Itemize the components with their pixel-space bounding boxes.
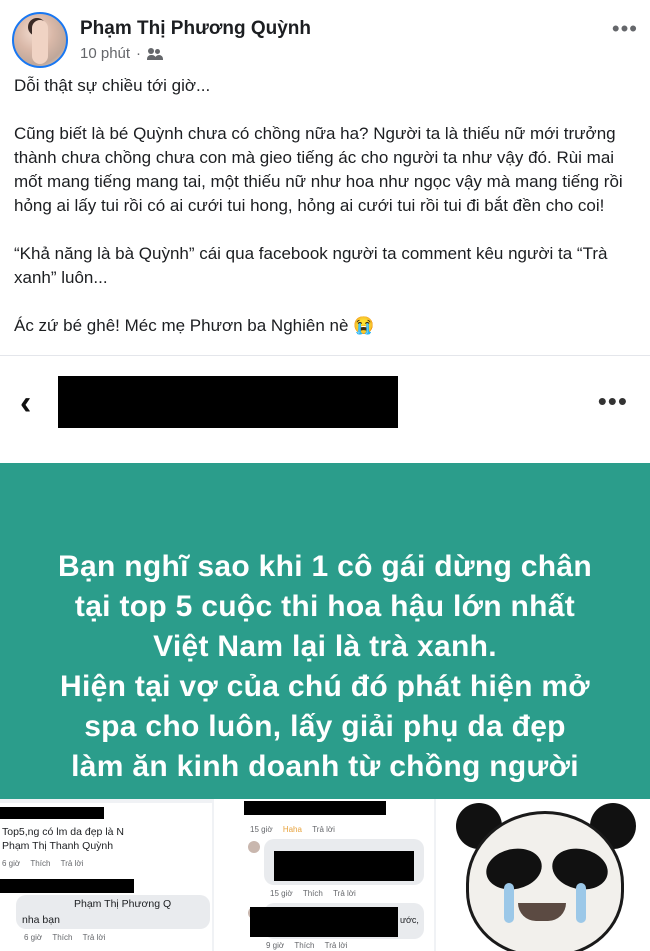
haha-reaction[interactable]: Haha <box>283 825 302 834</box>
redaction-block <box>250 907 398 937</box>
post-paragraph: Cũng biết là bé Quỳnh chưa có chồng nữa … <box>14 124 623 215</box>
comment-reply-button[interactable]: Trả lời <box>83 933 106 942</box>
author-avatar[interactable] <box>12 12 68 68</box>
green-line: tại top 5 cuộc thi hoa hậu lớn nhất <box>74 590 576 623</box>
comment-text: nha bạn <box>22 914 60 926</box>
comment-reply-button[interactable]: Trả lời <box>325 941 348 950</box>
commenter-avatar <box>248 841 260 853</box>
post-paragraph: Dỗi thật sự chiều tới giờ... <box>14 76 211 95</box>
crying-panda-icon <box>448 803 638 951</box>
post-text: Dỗi thật sự chiều tới giờ... Cũng biết l… <box>14 74 639 362</box>
comment-reply-button[interactable]: Trả lời <box>61 859 84 868</box>
comment-actions: 6 giờ Thích Trả lời <box>24 933 105 942</box>
comments-collage: Top5,ng có lm da đẹp là N Phạm Thị Thanh… <box>0 799 650 951</box>
comment-text: Top5,ng có lm da đẹp là N <box>2 826 124 838</box>
comment-actions: 15 giờ Thích Trả lời <box>270 889 356 898</box>
comments-panel-left: Top5,ng có lm da đẹp là N Phạm Thị Thanh… <box>0 803 212 951</box>
comment-like-button[interactable]: Thích <box>294 941 314 950</box>
comment-reply-button[interactable]: Trả lời <box>312 825 335 834</box>
green-post-text: Bạn nghĩ sao khi 1 cô gái dừng chân tại … <box>0 547 650 787</box>
green-text-post: Bạn nghĩ sao khi 1 cô gái dừng chân tại … <box>0 463 650 799</box>
green-line: làm ăn kinh doanh từ chồng người <box>71 750 579 783</box>
comment-time: 6 giờ <box>24 933 43 942</box>
comment-time: 15 giờ <box>270 889 293 898</box>
post-paragraph: “Khả năng là bà Quỳnh” cái qua facebook … <box>14 244 608 287</box>
comment-text: ước, <box>400 915 419 925</box>
more-dots-icon: ••• <box>597 386 628 416</box>
redaction-block <box>0 879 134 893</box>
meta-separator: · <box>136 45 142 62</box>
green-line: Bạn nghĩ sao khi 1 cô gái dừng chân <box>58 550 592 583</box>
avatar-figure <box>32 20 48 64</box>
comment-actions: 15 giờ Haha Trả lời <box>250 825 335 834</box>
comment-actions: 9 giờ Thích Trả lời <box>266 941 347 950</box>
redaction-block <box>274 851 414 881</box>
panda-meme-image <box>436 799 650 951</box>
green-line: spa cho luôn, lấy giải phụ da đẹp <box>84 710 566 743</box>
post-paragraph: Ác zứ bé ghê! Méc mẹ Phươn ba Nghiên nè … <box>14 316 375 335</box>
redaction-block <box>58 376 398 428</box>
redaction-block <box>0 807 104 819</box>
comment-time: 9 giờ <box>266 941 285 950</box>
back-arrow-icon: ‹ <box>20 384 32 422</box>
comments-panel-middle: 15 giờ Haha Trả lời 15 giờ Thích Trả lời… <box>214 799 434 951</box>
post-header: Phạm Thị Phương Quỳnh 10 phút · ••• <box>0 0 650 72</box>
post-more-options-button[interactable]: ••• <box>612 16 638 42</box>
comment-like-button[interactable]: Thích <box>30 859 50 868</box>
comment-like-button[interactable]: Thích <box>52 933 72 942</box>
comment-time: 6 giờ <box>2 859 21 868</box>
redaction-block <box>244 801 386 815</box>
green-line: Việt Nam lại là trà xanh. <box>153 630 497 663</box>
comment-name: Phạm Thị Phương Q <box>74 898 172 910</box>
comment-time: 15 giờ <box>250 825 273 834</box>
green-line: Hiện tại vợ của chú đó phát hiện mở <box>60 670 590 703</box>
screenshot-top-bar: ‹ ••• <box>0 355 650 463</box>
post-meta: 10 phút · <box>80 45 164 62</box>
author-name[interactable]: Phạm Thị Phương Quỳnh <box>80 18 311 40</box>
comment-like-button[interactable]: Thích <box>303 889 323 898</box>
attached-screenshot[interactable]: ‹ ••• Bạn nghĩ sao khi 1 cô gái dừng châ… <box>0 355 650 951</box>
comment-actions: 6 giờ Thích Trả lời <box>2 859 83 868</box>
post-time[interactable]: 10 phút <box>80 45 130 62</box>
comment-reply-button[interactable]: Trả lời <box>333 889 356 898</box>
comment-name: Phạm Thị Thanh Quỳnh <box>2 840 114 852</box>
friends-audience-icon[interactable] <box>147 47 164 60</box>
